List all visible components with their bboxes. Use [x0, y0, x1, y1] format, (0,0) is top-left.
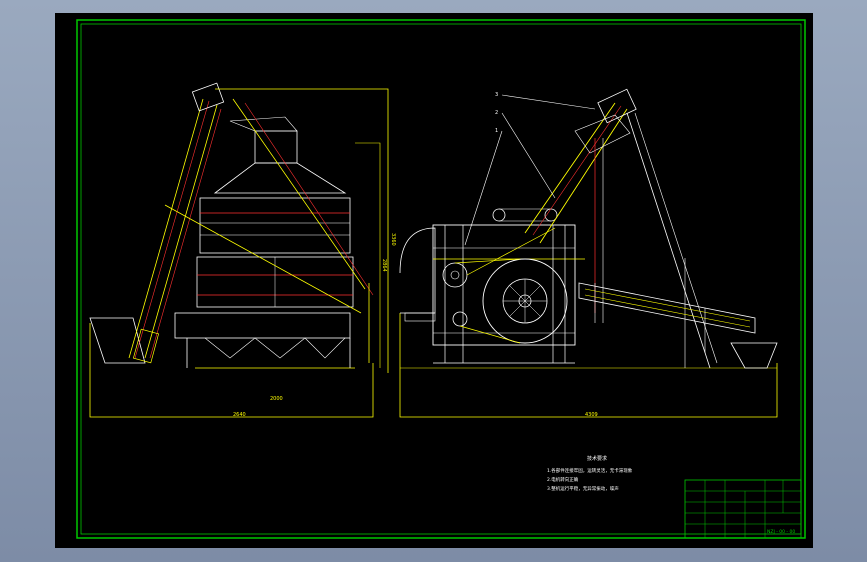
callout-2: 2 — [495, 110, 498, 116]
callout-1: 1 — [495, 128, 498, 134]
callout-leader-2 — [501, 112, 556, 199]
left-view — [89, 82, 389, 418]
cad-drawing: 2640 2000 3360 2864 3 2 1 4309 技术要求 1.各部… — [76, 19, 806, 539]
dim-left-height-inner: 2864 — [381, 259, 387, 272]
drawing-number: NZJ - 00 - 00 — [767, 529, 795, 535]
inner-frame — [80, 23, 802, 535]
title-block: NZJ - 00 - 00 — [684, 479, 802, 539]
notes-line-3: 3.整机运行平稳，无异常振动，噪声 — [547, 485, 619, 492]
notes-title: 技术要求 — [587, 455, 607, 462]
dim-right-width: 4309 — [585, 412, 598, 418]
outer-frame — [76, 19, 806, 539]
right-view — [399, 88, 778, 418]
notes-line-2: 2.电机转向正确 — [547, 476, 579, 483]
dim-left-inner: 2000 — [270, 396, 283, 402]
dim-left-height-outer: 3360 — [390, 233, 396, 246]
technical-notes: 技术要求 1.各部件连接牢固，运转灵活，无卡滞现象 2.电机转向正确 3.整机运… — [547, 455, 633, 492]
callout-3: 3 — [495, 92, 498, 98]
notes-line-1: 1.各部件连接牢固，运转灵活，无卡滞现象 — [547, 467, 633, 474]
dim-left-width: 2640 — [233, 412, 246, 418]
cad-viewport[interactable]: 2640 2000 3360 2864 3 2 1 4309 技术要求 1.各部… — [55, 13, 813, 548]
callout-leader-1 — [464, 130, 503, 246]
callout-leader-3 — [501, 94, 596, 110]
